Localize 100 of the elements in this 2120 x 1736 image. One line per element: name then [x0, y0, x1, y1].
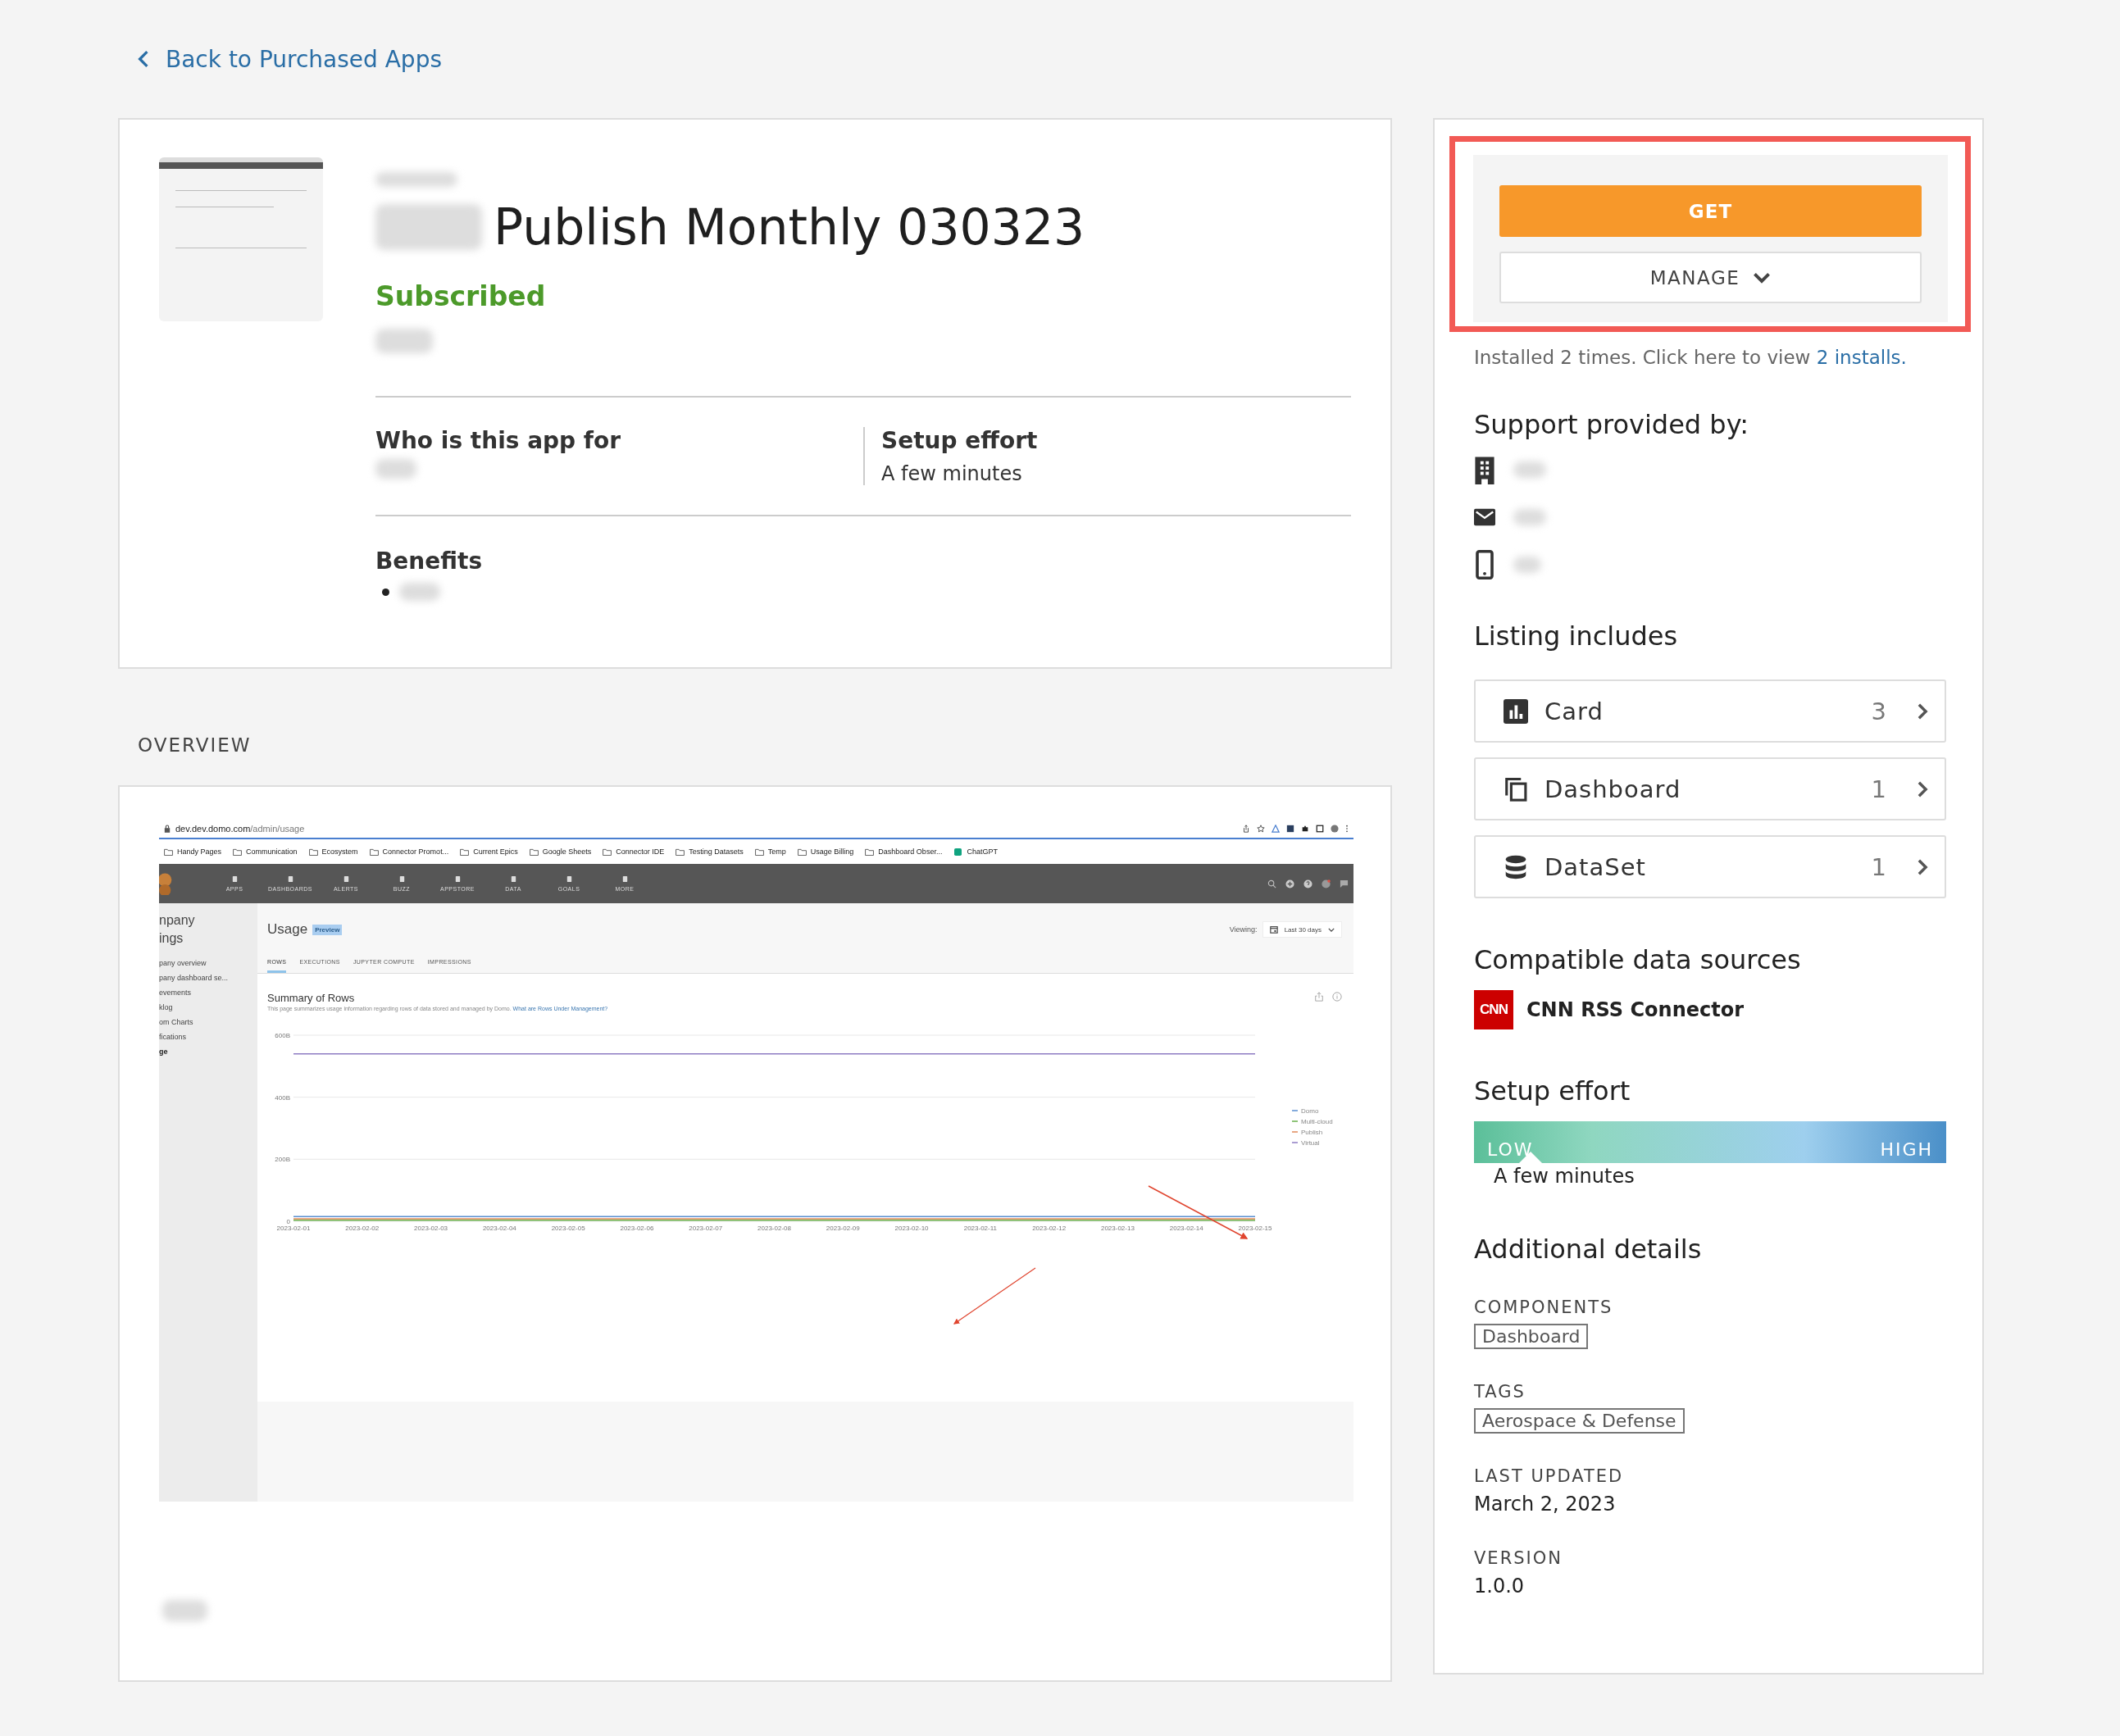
bookmark[interactable]: Usage Billing	[797, 848, 854, 856]
detail-label: VERSION	[1474, 1548, 1563, 1568]
app-title: Publish Monthly 030323	[494, 198, 1085, 256]
site-icon	[953, 848, 963, 856]
chevron-right-icon	[1917, 779, 1928, 798]
page-title: Usage	[267, 921, 308, 938]
axis-label: 200B	[275, 1156, 290, 1164]
effort-value: A few minutes	[1494, 1165, 1635, 1188]
sidebar-title: npany ings	[159, 912, 196, 947]
detail-label: COMPONENTS	[1474, 1297, 1614, 1317]
axis-label: 2023-02-13	[1100, 1225, 1135, 1232]
section-label: OVERVIEW	[138, 734, 252, 756]
section-heading: Support provided by:	[1474, 409, 1750, 440]
bullet-icon	[382, 588, 389, 596]
axis-label: 2023-02-08	[757, 1225, 791, 1232]
extension-icon[interactable]	[1286, 825, 1294, 833]
section-heading: Listing includes	[1474, 620, 1679, 652]
install-summary: Installed 2 times. Click here to view 2 installs.	[1474, 347, 1908, 368]
folder-icon	[797, 848, 807, 856]
axis-label: 2023-02-11	[963, 1225, 997, 1232]
calendar-icon	[1269, 925, 1278, 934]
sidebar-item[interactable]: evements	[159, 988, 257, 1003]
sidebar-item[interactable]: pany overview	[159, 959, 257, 974]
chevron-left-icon	[138, 50, 149, 68]
back-link[interactable]: Back to Purchased Apps	[138, 39, 442, 79]
database-icon	[1504, 854, 1528, 879]
folder-icon	[676, 848, 685, 856]
legend-label: Publish	[1301, 1129, 1323, 1136]
bookmark[interactable]: Ecosystem	[308, 848, 358, 856]
bookmark[interactable]: Google Sheets	[529, 848, 592, 856]
star-icon[interactable]	[1257, 825, 1265, 833]
triangle-icon[interactable]	[1272, 825, 1280, 833]
section-heading: Setup effort	[1474, 1075, 1631, 1107]
installs-link[interactable]: 2 installs.	[1816, 347, 1907, 368]
puzzle-icon[interactable]	[1301, 825, 1309, 833]
listing-item[interactable]: Dashboard 1	[1474, 757, 1946, 820]
axis-label: 2023-02-10	[894, 1225, 929, 1232]
bookmark[interactable]: ChatGPT	[953, 848, 998, 856]
section-heading: Additional details	[1474, 1234, 1703, 1265]
axis-label: 2023-02-05	[551, 1225, 585, 1232]
legend-label: Multi-cloud	[1301, 1118, 1333, 1125]
share-icon[interactable]	[1242, 825, 1250, 833]
nav-icon	[342, 875, 350, 883]
building-icon	[1474, 455, 1495, 484]
bookmark[interactable]: Testing Datasets	[676, 848, 744, 856]
folder-icon	[164, 848, 173, 856]
axis-label: 2023-02-09	[826, 1225, 860, 1232]
more-icon[interactable]	[1345, 825, 1349, 833]
sidebar-item[interactable]: fications	[159, 1033, 257, 1048]
sidebar-icon[interactable]	[1316, 825, 1324, 833]
bookmark[interactable]: Current Epics	[460, 848, 518, 856]
folder-icon	[460, 848, 470, 856]
manage-dropdown[interactable]: MANAGE	[1499, 252, 1922, 303]
nav-icon	[230, 875, 239, 883]
axis-label: 2023-02-03	[414, 1225, 448, 1232]
url-field[interactable]: dev.dev.domo.com/admin/usage	[175, 824, 305, 834]
bookmark[interactable]: Handy Pages	[164, 848, 222, 856]
nav-icon	[398, 875, 406, 883]
bookmark[interactable]: Connector IDE	[603, 848, 665, 856]
add-icon[interactable]	[1285, 879, 1294, 888]
folder-icon	[308, 848, 318, 856]
subscription-status: Subscribed	[375, 280, 546, 312]
redacted-text	[1513, 557, 1541, 573]
sidebar-item[interactable]: om Charts	[159, 1018, 257, 1033]
redacted-text	[1513, 509, 1546, 525]
chart-title: Summary of Rows	[267, 992, 356, 1004]
folder-icon	[233, 848, 243, 856]
axis-label: 2023-02-01	[276, 1225, 311, 1232]
axis-label: 2023-02-07	[689, 1225, 723, 1232]
sidebar-item[interactable]: klog	[159, 1003, 257, 1018]
bookmark[interactable]: Communication	[233, 848, 298, 856]
search-icon[interactable]	[1267, 879, 1276, 888]
listing-item[interactable]: Card 3	[1474, 679, 1946, 743]
avatar-icon[interactable]	[1322, 879, 1331, 888]
nav-icon	[621, 875, 629, 883]
date-range-dropdown[interactable]: Last 30 days	[1262, 921, 1342, 938]
sidebar-item[interactable]: pany dashboard se...	[159, 974, 257, 988]
phone-icon	[1474, 550, 1495, 579]
chevron-down-icon	[1753, 271, 1772, 284]
logo-icon	[159, 872, 174, 895]
connector-logo: CNN	[1474, 990, 1513, 1029]
bookmark[interactable]: Temp	[754, 848, 786, 856]
axis-label: 2023-02-12	[1032, 1225, 1067, 1232]
bookmark[interactable]: Connector Promot...	[369, 848, 449, 856]
axis-label: 2023-02-15	[1238, 1225, 1272, 1232]
item-count: 3	[1871, 697, 1887, 725]
tag: Dashboard	[1474, 1324, 1589, 1349]
sidebar-item[interactable]: ge	[159, 1048, 257, 1062]
nav-icon	[286, 875, 294, 883]
chevron-right-icon	[1917, 857, 1928, 876]
copy-icon	[1504, 776, 1528, 802]
data-source-name: CNN RSS Connector	[1526, 998, 1745, 1021]
bookmark[interactable]: Dashboard Obser...	[865, 848, 943, 856]
chat-icon[interactable]	[1340, 879, 1349, 888]
avatar-icon[interactable]	[1331, 825, 1339, 833]
info-heading: Who is this app for	[375, 427, 622, 454]
detail-value: March 2, 2023	[1474, 1493, 1617, 1516]
help-icon[interactable]	[1303, 879, 1312, 888]
nav-icon	[453, 875, 462, 883]
listing-item[interactable]: DataSet 1	[1474, 835, 1946, 898]
